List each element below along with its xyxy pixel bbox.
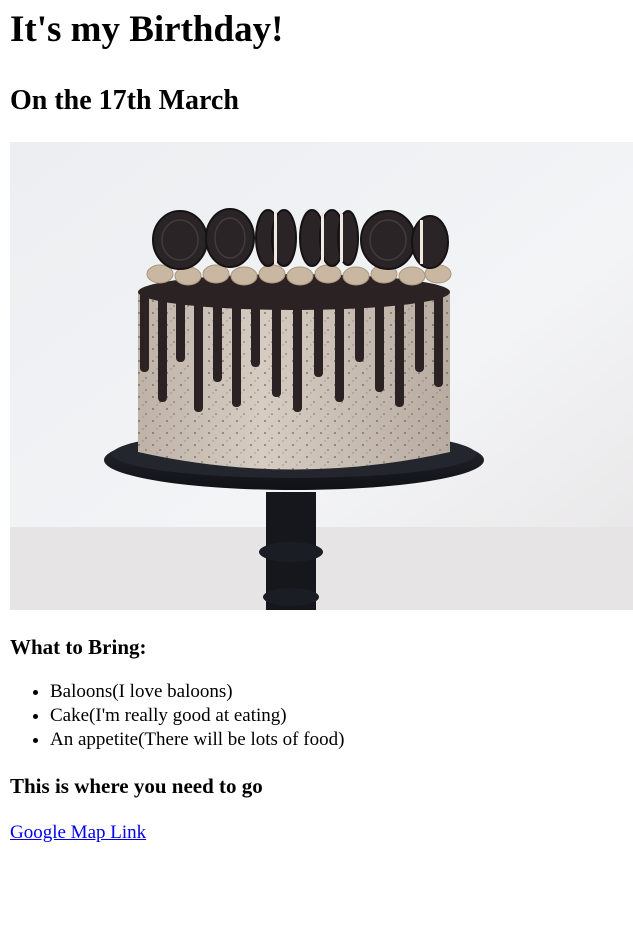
what-to-bring-heading: What to Bring:	[10, 635, 147, 659]
page-title: It's my Birthday!	[10, 9, 284, 50]
date-heading: On the 17th March	[10, 85, 239, 116]
list-item: Baloons(I love baloons)	[50, 680, 633, 704]
google-map-link[interactable]: Google Map Link	[10, 821, 146, 845]
cake-image	[10, 142, 633, 610]
bring-list: Baloons(I love baloons) Cake(I'm really …	[10, 680, 633, 752]
list-item: Cake(I'm really good at eating)	[50, 704, 633, 728]
location-heading: This is where you need to go	[10, 774, 263, 798]
page: It's my Birthday! On the 17th March What…	[0, 8, 633, 845]
list-item: An appetite(There will be lots of food)	[50, 728, 633, 752]
